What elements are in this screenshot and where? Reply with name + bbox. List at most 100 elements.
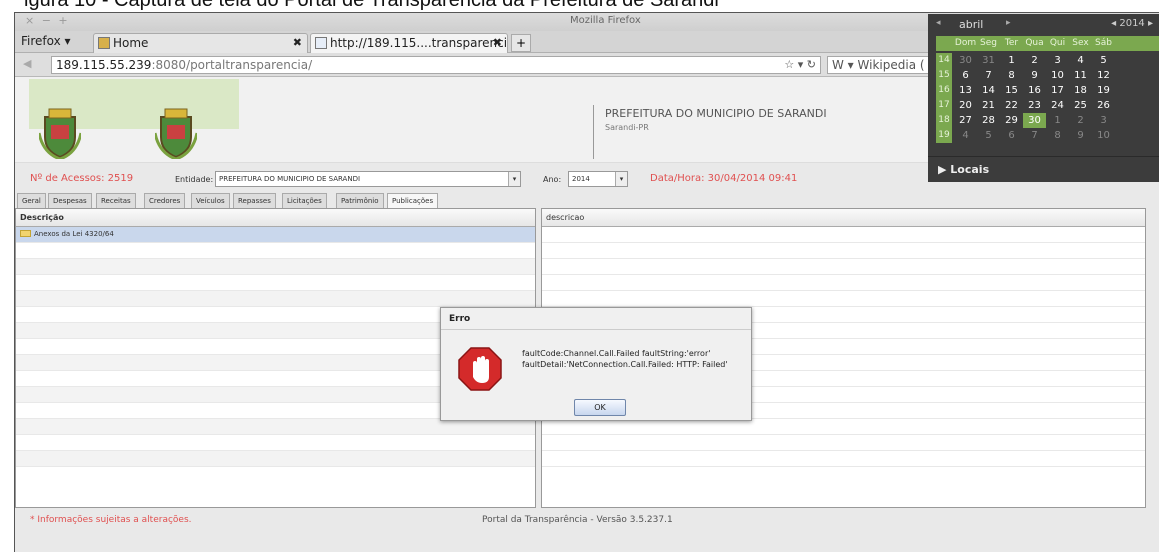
calendar-day[interactable]: 3 bbox=[1092, 113, 1115, 128]
calendar-day[interactable]: 17 bbox=[1046, 83, 1069, 98]
calendar-day[interactable]: 1 bbox=[1000, 53, 1023, 68]
calendar-day[interactable]: 22 bbox=[1000, 98, 1023, 113]
footer-version: Portal da Transparência - Versão 3.5.237… bbox=[482, 515, 673, 525]
calendar-day[interactable]: 2 bbox=[1023, 53, 1046, 68]
calendar-day[interactable]: 7 bbox=[977, 68, 1000, 83]
tab-licitacoes[interactable]: Licitações bbox=[282, 193, 327, 209]
calendar-day[interactable]: 13 bbox=[954, 83, 977, 98]
calendar-day[interactable]: 11 bbox=[1069, 68, 1092, 83]
calendar-day[interactable]: 12 bbox=[1092, 68, 1115, 83]
close-tab-icon[interactable]: ✖ bbox=[493, 36, 502, 49]
tab-patrimonio[interactable]: Patrimônio bbox=[336, 193, 384, 209]
entidade-select[interactable]: PREFEITURA DO MUNICIPIO DE SARANDI ▾ bbox=[215, 171, 521, 187]
window-controls[interactable]: × − + bbox=[25, 14, 70, 27]
calendar-day[interactable]: 6 bbox=[954, 68, 977, 83]
calendar-day[interactable]: 29 bbox=[1000, 113, 1023, 128]
calendar-day[interactable]: 5 bbox=[977, 128, 1000, 143]
locais-section[interactable]: ▶ Locais bbox=[928, 156, 1159, 182]
table-row bbox=[16, 243, 535, 259]
table-row bbox=[16, 275, 535, 291]
table-row bbox=[16, 291, 535, 307]
table-row bbox=[542, 419, 1145, 435]
calendar-day[interactable]: 6 bbox=[1000, 128, 1023, 143]
calendar-day[interactable]: 9 bbox=[1069, 128, 1092, 143]
calendar-day[interactable]: 5 bbox=[1092, 53, 1115, 68]
calendar-day[interactable]: 31 bbox=[977, 53, 1000, 68]
prefeitura-name: PREFEITURA DO MUNICIPIO DE SARANDI bbox=[605, 107, 827, 120]
table-row bbox=[542, 275, 1145, 291]
url-bar[interactable]: 189.115.55.239:8080/portaltransparencia/… bbox=[51, 56, 821, 74]
footer-note: * Informações sujeitas a alterações. bbox=[30, 515, 192, 525]
calendar-week-number: 19 bbox=[936, 128, 952, 143]
calendar-day[interactable]: 14 bbox=[977, 83, 1000, 98]
table-row bbox=[16, 451, 535, 467]
calendar-year[interactable]: ◂ 2014 ▸ bbox=[1111, 18, 1153, 29]
calendar-day[interactable]: 15 bbox=[1000, 83, 1023, 98]
ano-select[interactable]: 2014 ▾ bbox=[568, 171, 628, 187]
prefeitura-city: Sarandi-PR bbox=[605, 123, 649, 132]
calendar-day[interactable]: 16 bbox=[1023, 83, 1046, 98]
calendar-day[interactable]: 21 bbox=[977, 98, 1000, 113]
calendar-day[interactable]: 3 bbox=[1046, 53, 1069, 68]
table-row bbox=[542, 259, 1145, 275]
calendar-day[interactable]: 4 bbox=[954, 128, 977, 143]
calendar-day[interactable]: 9 bbox=[1023, 68, 1046, 83]
tab-home[interactable]: Home ✖ bbox=[93, 33, 308, 53]
calendar-week-number: 15 bbox=[936, 68, 952, 83]
portal-tabs: Geral Despesas Receitas Credores Veículo… bbox=[15, 191, 1159, 210]
calendar-day-name: Dom bbox=[954, 38, 977, 48]
calendar-week-number: 14 bbox=[936, 53, 952, 68]
locais-label: ▶ Locais bbox=[938, 163, 990, 176]
column-header-descricao-detail[interactable]: descricao bbox=[542, 209, 1145, 227]
tab-portal[interactable]: http://189.115....transparencia/ ✖ bbox=[310, 33, 508, 53]
tab-despesas[interactable]: Despesas bbox=[48, 193, 92, 209]
tab-receitas[interactable]: Receitas bbox=[96, 193, 136, 209]
folder-icon bbox=[20, 230, 31, 237]
tab-veiculos[interactable]: Veículos bbox=[191, 193, 230, 209]
calendar-day[interactable]: 1 bbox=[1046, 113, 1069, 128]
calendar-week-number: 16 bbox=[936, 83, 952, 98]
calendar-day[interactable]: 4 bbox=[1069, 53, 1092, 68]
prev-month-icon[interactable]: ◂ bbox=[936, 18, 941, 28]
calendar-day[interactable]: 24 bbox=[1046, 98, 1069, 113]
tab-repasses[interactable]: Repasses bbox=[233, 193, 276, 209]
search-input[interactable]: W ▾ Wikipedia ( bbox=[827, 56, 937, 74]
calendar-day[interactable]: 8 bbox=[1046, 128, 1069, 143]
new-tab-button[interactable]: + bbox=[511, 34, 531, 52]
tab-geral[interactable]: Geral bbox=[17, 193, 46, 209]
calendar-day[interactable]: 28 bbox=[977, 113, 1000, 128]
calendar-day[interactable]: 10 bbox=[1092, 128, 1115, 143]
calendar-day[interactable]: 18 bbox=[1069, 83, 1092, 98]
close-tab-icon[interactable]: ✖ bbox=[293, 36, 302, 49]
calendar-day[interactable]: 30 bbox=[1023, 113, 1046, 128]
calendar-day[interactable]: 30 bbox=[954, 53, 977, 68]
ok-button[interactable]: OK bbox=[574, 399, 626, 416]
calendar-day[interactable]: 20 bbox=[954, 98, 977, 113]
bookmark-reload-icons[interactable]: ☆ ▾ ↻ bbox=[784, 58, 816, 71]
coat-of-arms-icon bbox=[155, 108, 197, 159]
firefox-menu-button[interactable]: Firefox ▾ bbox=[21, 34, 71, 48]
calendar-day[interactable]: 10 bbox=[1046, 68, 1069, 83]
calendar-day[interactable]: 8 bbox=[1000, 68, 1023, 83]
document-header: igura 10 - Captura de tela do Portal de … bbox=[0, 0, 1159, 12]
back-icon[interactable]: ◀ bbox=[23, 57, 31, 70]
calendar-day[interactable]: 19 bbox=[1092, 83, 1115, 98]
tab-credores[interactable]: Credores bbox=[144, 193, 186, 209]
acessos-counter: Nº de Acessos: 2519 bbox=[30, 173, 134, 184]
calendar-day[interactable]: 2 bbox=[1069, 113, 1092, 128]
calendar-day[interactable]: 27 bbox=[954, 113, 977, 128]
coat-of-arms-icon bbox=[39, 108, 81, 159]
column-header-descricao[interactable]: Descrição bbox=[16, 209, 535, 227]
calendar-day[interactable]: 26 bbox=[1092, 98, 1115, 113]
url-host: 189.115.55.239 bbox=[56, 58, 152, 72]
table-row[interactable]: Anexos da Lei 4320/64 bbox=[16, 227, 535, 243]
datahora: Data/Hora: 30/04/2014 09:41 bbox=[650, 173, 798, 184]
calendar-day[interactable]: 7 bbox=[1023, 128, 1046, 143]
calendar-day[interactable]: 25 bbox=[1069, 98, 1092, 113]
calendar-day-name: Ter bbox=[1004, 38, 1019, 48]
calendar-week-number: 17 bbox=[936, 98, 952, 113]
stop-hand-icon bbox=[458, 347, 502, 391]
next-month-icon[interactable]: ▸ bbox=[1006, 18, 1011, 28]
calendar-day[interactable]: 23 bbox=[1023, 98, 1046, 113]
dialog-title: Erro bbox=[441, 308, 751, 330]
